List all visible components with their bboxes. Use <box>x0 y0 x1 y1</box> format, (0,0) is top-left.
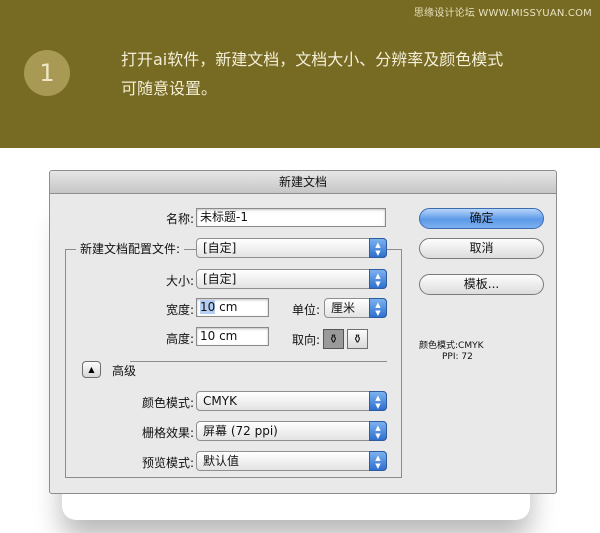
height-input[interactable]: 10 cm <box>196 327 269 346</box>
landscape-orientation-button[interactable]: ⚱ <box>347 329 368 349</box>
advanced-label: 高级 <box>112 364 137 378</box>
step-line-1: 打开ai软件，新建文档，文档大小、分辨率及颜色模式 <box>121 50 504 69</box>
profile-select[interactable]: [自定] ▲ ▼ <box>196 238 387 258</box>
step-line-2: 可随意设置。 <box>121 79 218 98</box>
portrait-orientation-icon: ⚱ <box>328 332 339 346</box>
raster-effects-select[interactable]: 屏幕 (72 ppi) ▲ ▼ <box>196 421 387 441</box>
updown-arrows-icon: ▲ ▼ <box>369 421 387 441</box>
triangle-up-icon: ▲ <box>88 365 95 374</box>
info-ppi: PPI: 72 <box>442 352 473 362</box>
advanced-toggle[interactable]: ▲ <box>82 361 101 378</box>
size-select-value: [自定] <box>203 272 237 286</box>
color-mode-select-value: CMYK <box>203 394 237 408</box>
updown-arrows-icon: ▲ ▼ <box>369 269 387 289</box>
ok-button[interactable]: 确定 <box>419 208 544 229</box>
color-mode-select[interactable]: CMYK ▲ ▼ <box>196 391 387 411</box>
width-unit: cm <box>215 300 238 314</box>
watermark-text: 思缘设计论坛 WWW.MISSYUAN.COM <box>413 8 592 19</box>
step-instructions: 打开ai软件，新建文档，文档大小、分辨率及颜色模式 可随意设置。 <box>121 45 581 103</box>
profile-select-value: [自定] <box>203 241 237 255</box>
color-mode-label: 颜色模式: <box>141 396 194 410</box>
document-name-input[interactable]: 未标题-1 <box>196 208 386 227</box>
preview-mode-select-value: 默认值 <box>203 454 240 468</box>
updown-arrows-icon: ▲ ▼ <box>369 238 387 258</box>
profile-label: 新建文档配置文件: <box>76 240 185 257</box>
dialog-titlebar: 新建文档 <box>50 171 556 194</box>
templates-button[interactable]: 模板... <box>419 274 544 295</box>
advanced-separator <box>130 361 387 362</box>
preview-mode-select[interactable]: 默认值 ▲ ▼ <box>196 451 387 471</box>
width-input[interactable]: 10 cm <box>196 298 269 317</box>
preview-mode-label: 预览模式: <box>141 456 194 470</box>
units-label: 单位: <box>291 303 320 317</box>
units-select[interactable]: 厘米 ▲ ▼ <box>324 298 387 318</box>
raster-effects-label: 栅格效果: <box>141 426 194 440</box>
info-color-mode: 颜色模式:CMYK <box>419 341 484 351</box>
new-document-dialog: 新建文档 名称: 未标题-1 新建文档配置文件: [自定] ▲ ▼ 大小: [自定… <box>49 170 557 494</box>
updown-arrows-icon: ▲ ▼ <box>369 391 387 411</box>
cancel-button[interactable]: 取消 <box>419 238 544 259</box>
orientation-label: 取向: <box>291 333 320 347</box>
width-label: 宽度: <box>165 303 194 317</box>
step-number-badge: 1 <box>24 50 70 96</box>
size-label: 大小: <box>165 274 194 288</box>
landscape-orientation-icon: ⚱ <box>352 332 363 346</box>
raster-effects-select-value: 屏幕 (72 ppi) <box>203 424 278 438</box>
portrait-orientation-button[interactable]: ⚱ <box>323 329 344 349</box>
updown-arrows-icon: ▲ ▼ <box>369 451 387 471</box>
height-label: 高度: <box>165 332 194 346</box>
name-label: 名称: <box>165 212 194 226</box>
width-number-selected: 10 <box>200 300 216 314</box>
header-banner: 思缘设计论坛 WWW.MISSYUAN.COM 1 打开ai软件，新建文档，文档… <box>0 0 600 148</box>
units-select-value: 厘米 <box>331 301 356 315</box>
size-select[interactable]: [自定] ▲ ▼ <box>196 269 387 289</box>
updown-arrows-icon: ▲ ▼ <box>369 298 387 318</box>
